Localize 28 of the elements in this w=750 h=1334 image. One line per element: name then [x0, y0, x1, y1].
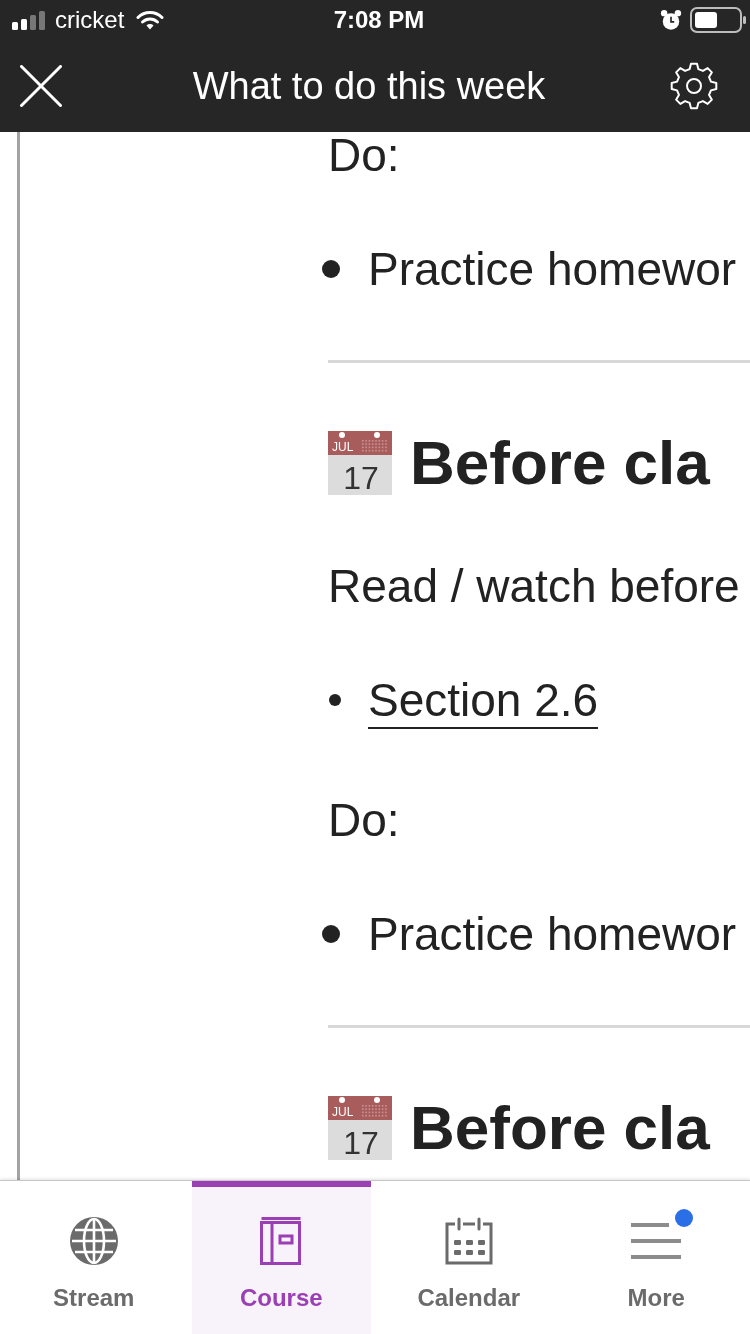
- bullet-icon: [322, 925, 340, 943]
- globe-icon: [69, 1217, 118, 1265]
- body-text: Do:: [328, 797, 400, 843]
- list-item-text: Practice homewor: [368, 246, 737, 292]
- list-item-text: Practice homewor: [368, 911, 737, 957]
- calendar-icon: [444, 1217, 493, 1265]
- nav-tab[interactable]: Stream: [0, 1181, 188, 1334]
- nav-tab[interactable]: Calendar: [375, 1181, 563, 1334]
- alarm-clock-icon: [660, 9, 682, 31]
- book-icon: [260, 1217, 303, 1265]
- wifi-icon: [136, 10, 165, 30]
- status-time: 7:08 PM: [333, 6, 425, 34]
- section-heading: Before cla: [410, 432, 710, 494]
- section-link[interactable]: Section 2.6: [368, 677, 599, 729]
- close-icon[interactable]: [20, 65, 62, 107]
- body-text: Do:: [328, 132, 400, 178]
- nav-tab[interactable]: Course: [191, 1181, 371, 1334]
- carrier-name: cricket: [55, 6, 125, 34]
- menu-icon: [631, 1222, 682, 1260]
- body-text: Read / watch before: [328, 563, 740, 609]
- settings-icon[interactable]: [670, 62, 718, 110]
- battery-icon: [690, 7, 746, 33]
- bullet-icon: [329, 694, 341, 706]
- nav-tab[interactable]: More: [562, 1181, 750, 1334]
- bullet-icon: [322, 260, 340, 278]
- page-title: What to do this week: [192, 64, 546, 108]
- signal-icon: [12, 10, 46, 30]
- section-heading: Before cla: [410, 1097, 710, 1159]
